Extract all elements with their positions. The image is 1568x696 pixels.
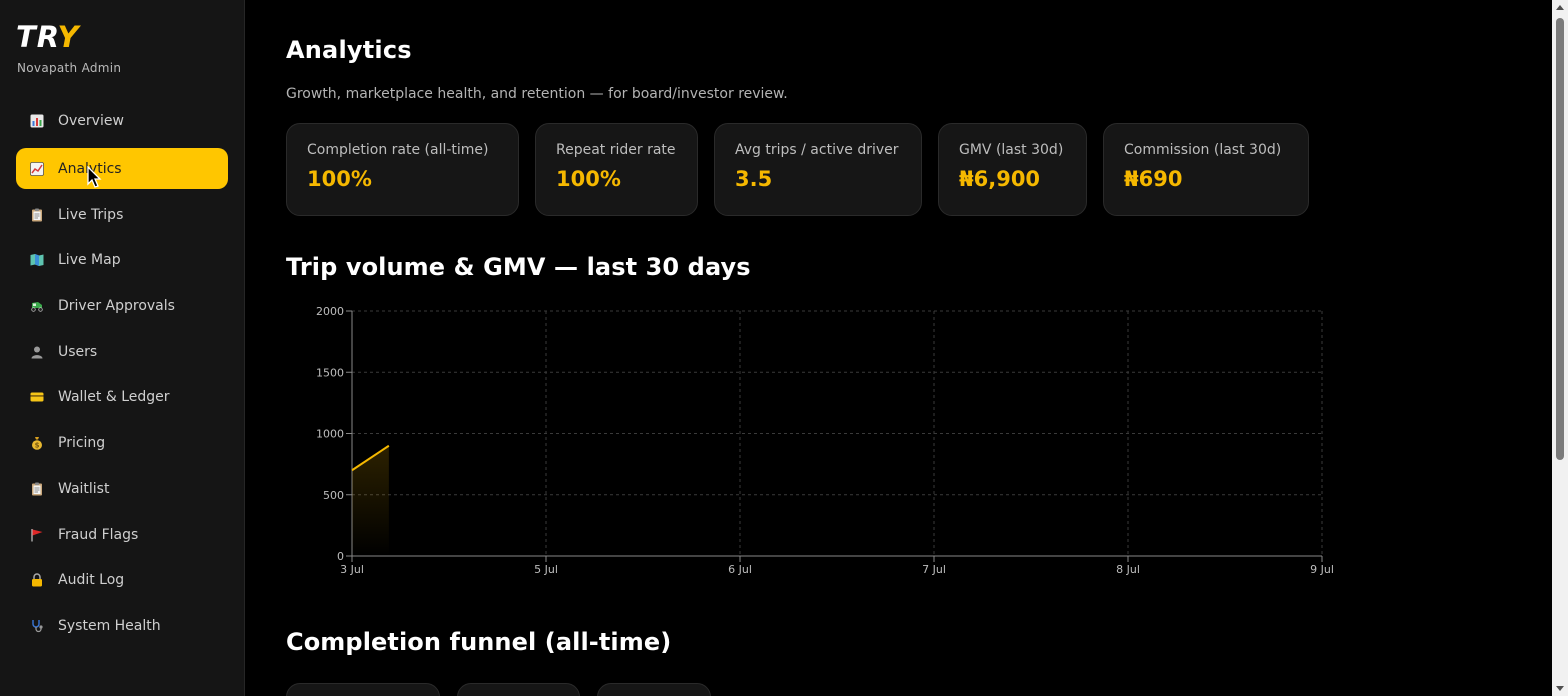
- lock-icon: [30, 572, 44, 587]
- x-tick-label: 6 Jul: [728, 563, 752, 576]
- kpi-label: Completion rate (all-time): [307, 142, 489, 158]
- kpi-card-repeat-rider-rate: Repeat rider rate 100%: [535, 123, 698, 216]
- clipboard-icon: [30, 482, 44, 496]
- sidebar-item-pricing[interactable]: $ Pricing: [16, 422, 228, 463]
- x-tick-label: 9 Jul: [1310, 563, 1334, 576]
- sidebar-item-waitlist[interactable]: Waitlist: [16, 468, 228, 509]
- kpi-label: Avg trips / active driver: [735, 142, 899, 158]
- sidebar-item-label: Overview: [58, 112, 124, 129]
- clipboard-icon: [30, 208, 44, 222]
- series-area: [352, 445, 389, 556]
- sidebar-item-system-health[interactable]: System Health: [16, 605, 228, 646]
- scroll-up-icon[interactable]: [1556, 5, 1564, 10]
- sidebar-item-users[interactable]: Users: [16, 331, 228, 372]
- bar-chart-icon: [30, 114, 44, 128]
- sidebar-item-label: Live Trips: [58, 206, 124, 223]
- sidebar-item-label: Users: [58, 343, 98, 360]
- kpi-card-avg-trips: Avg trips / active driver 3.5: [714, 123, 922, 216]
- funnel-card: [457, 683, 580, 696]
- trend-chart-icon: [30, 161, 44, 176]
- chart-svg: 0 500 1000 1500 2000 3 Jul 5 Jul 6 Jul 7 Jul 8 Ju…: [316, 305, 1334, 576]
- scroll-thumb[interactable]: [1556, 18, 1564, 460]
- sidebar-item-fraud-flags[interactable]: Fraud Flags: [16, 514, 228, 555]
- y-tick-label: 1500: [316, 366, 344, 379]
- x-tick-label: 3 Jul: [340, 563, 364, 576]
- sidebar-item-live-trips[interactable]: Live Trips: [16, 194, 228, 235]
- sidebar: TRY Novapath Admin Overview Analytics Live…: [0, 0, 245, 696]
- sidebar-item-label: System Health: [58, 617, 161, 634]
- flag-icon: [30, 528, 44, 542]
- x-tick-label: 5 Jul: [534, 563, 558, 576]
- trip-volume-chart: 0 500 1000 1500 2000 3 Jul 5 Jul 6 Jul 7 Jul 8 Ju…: [286, 300, 1346, 585]
- sidebar-item-label: Live Map: [58, 251, 121, 268]
- admin-subtitle: Novapath Admin: [17, 61, 122, 75]
- kpi-value: ₦690: [1124, 167, 1183, 191]
- logo-letters: TR: [16, 20, 58, 54]
- rickshaw-icon: [30, 299, 44, 313]
- kpi-value: 100%: [307, 167, 372, 191]
- scroll-down-icon[interactable]: [1556, 686, 1564, 691]
- sidebar-item-analytics[interactable]: Analytics: [16, 148, 228, 189]
- svg-text:$: $: [35, 441, 40, 449]
- stethoscope-icon: [30, 619, 44, 633]
- sidebar-item-label: Audit Log: [58, 571, 125, 588]
- sidebar-item-label: Fraud Flags: [58, 526, 139, 543]
- vertical-scrollbar[interactable]: [1552, 0, 1568, 696]
- logo-text: TRY: [16, 20, 79, 54]
- y-tick-label: 500: [323, 489, 344, 502]
- kpi-card-completion-rate: Completion rate (all-time) 100%: [286, 123, 519, 216]
- page-description: Growth, marketplace health, and retentio…: [286, 86, 788, 102]
- trip-volume-title: Trip volume & GMV — last 30 days: [286, 253, 751, 281]
- funnel-title: Completion funnel (all-time): [286, 628, 672, 656]
- sidebar-item-driver-approvals[interactable]: Driver Approvals: [16, 285, 228, 326]
- kpi-value: ₦6,900: [959, 167, 1041, 191]
- app: TRY Novapath Admin Overview Analytics Live…: [0, 0, 1568, 696]
- kpi-label: Commission (last 30d): [1124, 142, 1282, 158]
- sidebar-item-wallet-ledger[interactable]: Wallet & Ledger: [16, 376, 228, 417]
- x-tick-label: 7 Jul: [922, 563, 946, 576]
- sidebar-item-live-map[interactable]: Live Map: [16, 239, 228, 280]
- page-title: Analytics: [286, 36, 412, 64]
- sidebar-item-label: Driver Approvals: [58, 297, 175, 314]
- kpi-card-gmv: GMV (last 30d) ₦6,900: [938, 123, 1087, 216]
- logo-accent-letter: Y: [57, 20, 80, 54]
- funnel-card: [286, 683, 440, 696]
- mouse-cursor-icon: [87, 166, 102, 188]
- logo[interactable]: TRY: [16, 20, 79, 54]
- sidebar-item-audit-log[interactable]: Audit Log: [16, 559, 228, 600]
- kpi-label: GMV (last 30d): [959, 142, 1064, 158]
- kpi-label: Repeat rider rate: [556, 142, 676, 158]
- funnel-card: [597, 683, 711, 696]
- sidebar-item-label: Pricing: [58, 434, 106, 451]
- kpi-value: 100%: [556, 167, 621, 191]
- kpi-card-commission: Commission (last 30d) ₦690: [1103, 123, 1309, 216]
- sidebar-item-overview[interactable]: Overview: [16, 100, 228, 141]
- y-tick-label: 1000: [316, 428, 344, 441]
- sidebar-item-label: Wallet & Ledger: [58, 388, 170, 405]
- y-tick-label: 2000: [316, 305, 344, 318]
- map-icon: [30, 253, 44, 267]
- user-icon: [30, 345, 44, 359]
- sidebar-item-label: Waitlist: [58, 480, 110, 497]
- x-tick-label: 8 Jul: [1116, 563, 1140, 576]
- y-tick-label: 0: [337, 550, 344, 563]
- kpi-value: 3.5: [735, 167, 773, 191]
- card-icon: [30, 390, 44, 404]
- money-bag-icon: $: [30, 436, 44, 450]
